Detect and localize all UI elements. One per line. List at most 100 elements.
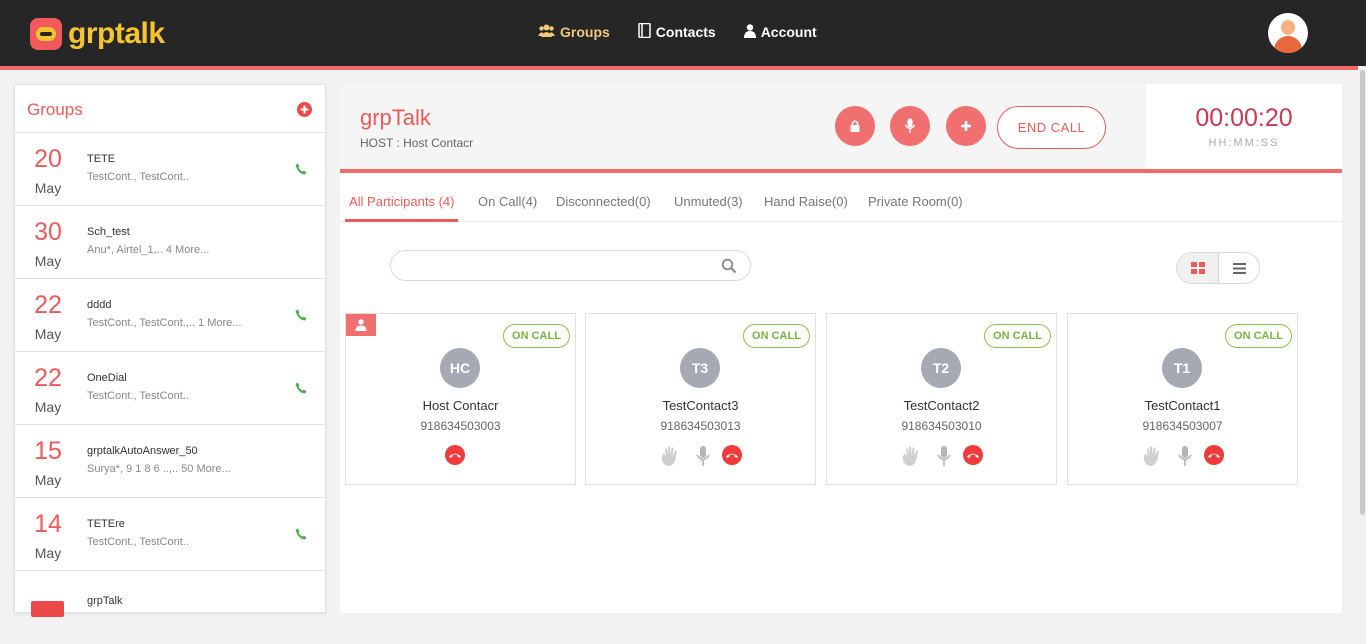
add-group-button[interactable] [297,102,312,117]
grptalk-logo[interactable]: grptalk [30,17,165,51]
users-icon [538,24,555,40]
participant-card[interactable]: ON CALL HC Host Contacr 918634503003 [345,313,576,485]
group-item[interactable]: 20 May TETE TestCont., TestCont.. [15,133,325,206]
list-icon [1233,263,1246,274]
group-members: TestCont., TestCont.. [87,390,189,402]
phone-icon[interactable] [295,309,307,321]
call-timer: 00:00:20 HH:MM:SS [1146,84,1342,169]
topbar-accent-line [0,66,1358,70]
group-day: 15 [34,437,62,465]
participant-initials: HC [440,348,480,388]
phone-hangup-icon [449,453,461,458]
group-day: 14 [34,510,62,538]
groups-sidebar: Groups 20 May TETE TestCont., TestCont..… [14,84,326,617]
group-month: May [34,326,62,342]
phone-icon[interactable] [295,382,307,394]
call-host: HOST : Host Contacr [360,136,474,150]
hangup-button[interactable] [445,445,465,465]
participant-card[interactable]: ON CALL T2 TestContact2 918634503010 [826,313,1057,485]
list-view-button[interactable] [1219,253,1259,283]
group-month: May [34,253,62,269]
participant-actions [1068,445,1297,469]
group-item[interactable]: grpTalk [15,571,325,644]
top-navbar: grptalk Groups Contacts Account [0,0,1366,66]
plus-icon [300,105,309,114]
add-participant-button[interactable] [946,106,986,146]
microphone-icon [904,118,916,133]
phone-hangup-icon [726,453,738,458]
user-avatar[interactable] [1268,13,1308,53]
group-name: TETEre [87,518,125,530]
plus-icon [961,121,971,131]
host-badge [346,314,376,336]
address-book-icon [638,22,651,41]
grid-icon [1191,262,1205,274]
participant-number: 918634503007 [1142,419,1223,433]
group-members: TestCont., TestCont.. [87,536,189,548]
user-icon [743,23,756,41]
tab-private-room[interactable]: Private Room(0) [868,194,963,209]
host-user-icon [355,319,367,331]
participant-name: TestContact3 [662,398,739,413]
participant-search-input[interactable] [390,250,751,281]
microphone-icon[interactable] [1174,445,1196,467]
group-members: TestCont., TestCont.,.. 1 More... [87,317,242,329]
participant-initials: T1 [1162,348,1202,388]
tab-hand-raise[interactable]: Hand Raise(0) [764,194,848,209]
status-badge: ON CALL [503,324,570,348]
participant-actions [827,445,1056,469]
main-nav: Groups Contacts Account [538,22,845,41]
hangup-button[interactable] [1204,445,1224,465]
timer-format-label: HH:MM:SS [1208,137,1280,149]
phone-icon[interactable] [295,163,307,175]
scrollbar-thumb[interactable] [1360,70,1365,515]
group-name: OneDial [87,372,127,384]
end-call-button[interactable]: END CALL [997,106,1106,149]
hangup-button[interactable] [963,445,983,465]
tab-on-call[interactable]: On Call(4) [478,194,537,209]
tab-disconnected[interactable]: Disconnected(0) [556,194,651,209]
tab-unmuted[interactable]: Unmuted(3) [674,194,743,209]
phone-hangup-icon [967,453,979,458]
active-tab-indicator [345,219,458,222]
participant-card[interactable]: ON CALL T3 TestContact3 918634503013 [585,313,816,485]
group-members: Anu*, Airtel_1,.. 4 More... [87,244,210,256]
group-members: Surya*, 9 1 8 6 ..,.. 50 More... [87,463,231,475]
group-name: TETE [87,153,116,165]
grid-view-button[interactable] [1177,253,1219,283]
nav-groups[interactable]: Groups [538,23,610,41]
tab-all-participants[interactable]: All Participants (4) [349,194,454,209]
microphone-icon[interactable] [692,445,714,467]
group-item[interactable]: 15 May grptalkAutoAnswer_50 Surya*, 9 1 … [15,425,325,498]
view-toggle [1176,252,1260,284]
group-item[interactable]: 30 May Sch_test Anu*, Airtel_1,.. 4 More… [15,206,325,279]
participant-card[interactable]: ON CALL T1 TestContact1 918634503007 [1067,313,1298,485]
status-badge: ON CALL [1225,324,1292,348]
group-name: grpTalk [87,595,123,607]
hand-raise-icon[interactable] [900,445,922,467]
participant-name: TestContact2 [903,398,980,413]
group-item[interactable]: 14 May TETEre TestCont., TestCont.. [15,498,325,571]
group-item[interactable]: 22 May OneDial TestCont., TestCont.. [15,352,325,425]
phone-icon[interactable] [295,528,307,540]
group-month: May [34,399,62,415]
group-day: 22 [34,291,62,319]
participant-actions [346,445,575,469]
search-icon[interactable] [721,258,737,274]
lock-button[interactable] [835,106,875,146]
hangup-button[interactable] [722,445,742,465]
nav-contacts[interactable]: Contacts [638,22,716,41]
lock-icon [850,120,860,132]
hand-raise-icon[interactable] [1141,445,1163,467]
group-item[interactable]: 22 May dddd TestCont., TestCont.,.. 1 Mo… [15,279,325,352]
mute-all-button[interactable] [890,106,930,146]
group-month: May [34,472,62,488]
nav-account[interactable]: Account [743,23,817,41]
group-name: dddd [87,299,112,311]
timer-value: 00:00:20 [1195,104,1293,132]
phone-hangup-icon [1208,453,1220,458]
group-members: TestCont., TestCont.. [87,171,189,183]
group-day: 20 [34,145,62,173]
hand-raise-icon[interactable] [659,445,681,467]
microphone-icon[interactable] [933,445,955,467]
